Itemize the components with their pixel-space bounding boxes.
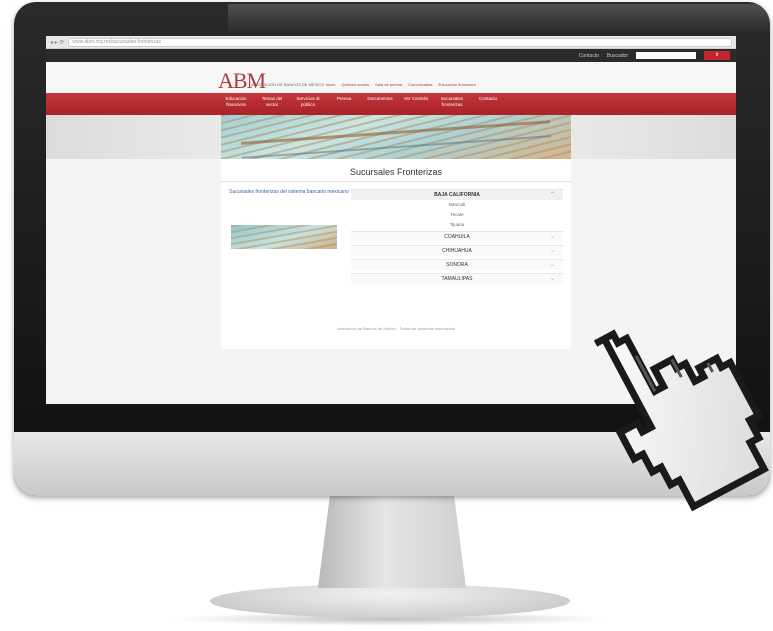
side-link[interactable]: Sucursales fronterizas del sistema banca… (229, 189, 349, 196)
bezel-gloss (228, 4, 773, 34)
accordion-sonora[interactable]: SONORA ⌄ (351, 259, 563, 270)
accordion-label: BAJA CALIFORNIA (434, 192, 480, 198)
monitor-stand-neck (318, 496, 466, 588)
browser-nav-icons[interactable]: ◂ ▸ ⟳ (50, 39, 64, 46)
accordion-label: TAMAULIPAS (441, 276, 473, 282)
header-link[interactable]: Comunicados (408, 82, 432, 87)
city-link-mexicali[interactable]: Mexicali (351, 200, 563, 210)
address-bar[interactable]: www.abm.org.mx/sucursales-fronterizas (68, 37, 732, 47)
header-link[interactable]: Quiénes somos (341, 82, 369, 87)
main-navbar: Educación financiera Temas del sector Se… (46, 93, 736, 115)
border-line-graphic (240, 120, 552, 159)
accordion-label: SONORA (446, 262, 468, 268)
header-link[interactable]: Inicio (326, 82, 335, 87)
nav-item[interactable]: Servicios al público (294, 96, 322, 108)
site-top-strip: Contacto Buscador Ir (46, 49, 736, 62)
top-link-contact[interactable]: Contacto (579, 53, 599, 59)
nav-item[interactable]: Documentos (366, 96, 394, 108)
logo-subtitle: ASOCIACIÓN DE BANCOS DE MÉXICO (251, 82, 325, 87)
footer-note: Asociación de Bancos de México · Todos l… (337, 326, 455, 331)
accordion-chihuahua[interactable]: CHIHUAHUA ⌄ (351, 245, 563, 256)
accordion-baja-california[interactable]: BAJA CALIFORNIA ⌃ (351, 189, 563, 200)
chevron-down-icon: ⌄ (549, 248, 555, 254)
header-links: Inicio Quiénes somos Sala de prensa Comu… (326, 82, 476, 87)
accordion-tamaulipas[interactable]: TAMAULIPAS ⌄ (351, 273, 563, 284)
header-link[interactable]: Sala de prensa (375, 82, 402, 87)
chevron-down-icon: ⌄ (549, 262, 555, 268)
nav-item[interactable]: Ver Comités (402, 96, 430, 108)
chevron-down-icon: ⌄ (549, 276, 555, 282)
map-thumbnail[interactable] (231, 225, 337, 249)
accordion-coahuila[interactable]: COAHUILA ⌄ (351, 231, 563, 242)
map-banner-image (221, 115, 571, 159)
top-link-search[interactable]: Buscador (607, 53, 628, 59)
site-header: ABM ASOCIACIÓN DE BANCOS DE MÉXICO Inici… (46, 62, 736, 94)
search-button[interactable]: Ir (704, 51, 730, 60)
search-input[interactable] (636, 52, 696, 59)
city-link-tijuana[interactable]: Tijuana (351, 220, 563, 230)
chevron-down-icon: ⌄ (549, 234, 555, 240)
browser-toolbar: ◂ ▸ ⟳ www.abm.org.mx/sucursales-fronteri… (46, 36, 736, 49)
city-link-tecate[interactable]: Tecate (351, 210, 563, 220)
abm-logo[interactable]: ABM (218, 68, 266, 94)
page-title: Sucursales Fronterizas (349, 167, 443, 177)
chevron-up-icon: ⌃ (549, 192, 555, 198)
accordion-label: CHIHUAHUA (442, 248, 472, 254)
nav-item[interactable]: Contacto (474, 96, 502, 108)
header-link[interactable]: Educación financiera (439, 82, 476, 87)
monitor-stand-base (210, 584, 570, 618)
nav-item[interactable]: Sucursales fronterizas (438, 96, 466, 108)
nav-item[interactable]: Prensa (330, 96, 358, 108)
accordion-label: COAHUILA (444, 234, 470, 240)
nav-item[interactable]: Temas del sector (258, 96, 286, 108)
content-panel: Sucursales Fronterizas Sucursales fronte… (221, 159, 571, 349)
nav-item[interactable]: Educación financiera (222, 96, 250, 108)
title-divider (221, 181, 571, 182)
pointer-hand-icon (593, 329, 769, 512)
